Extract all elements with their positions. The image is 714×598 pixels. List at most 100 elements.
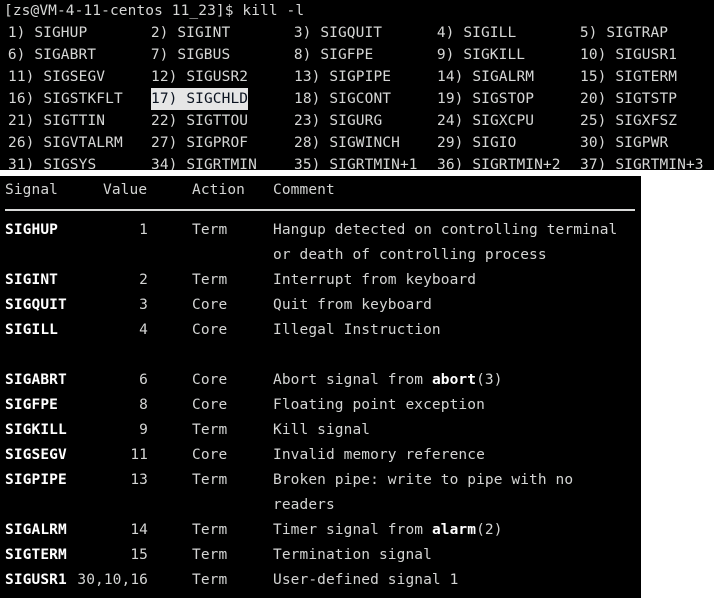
signal-value: 3	[139, 297, 148, 313]
signal-entry-sigttou[interactable]: 22) SIGTTOU	[151, 110, 248, 132]
header-divider-rule	[5, 209, 635, 211]
signal-comment: Floating point exception	[273, 397, 485, 413]
manpage-table-row: SIGQUIT 3 Core Quit from keyboard	[0, 293, 641, 318]
signal-action: Term	[192, 222, 228, 238]
signal-value: 2	[139, 272, 148, 288]
signal-entry-sigcont[interactable]: 18) SIGCONT	[294, 88, 391, 110]
comment-bold-term: abort	[431, 372, 477, 388]
signal-entry-sigchld[interactable]: 17) SIGCHLD	[151, 88, 249, 110]
signal-entry-sigstop[interactable]: 19) SIGSTOP	[437, 88, 534, 110]
signal-comment: User-defined signal 1	[273, 572, 459, 588]
terminal-pane[interactable]: [zs@VM-4-11-centos 11_23]$ kill -l 1) SI…	[0, 0, 714, 170]
signal-entry-sigrtmin+3[interactable]: 37) SIGRTMIN+3	[580, 154, 704, 170]
signal-entry-sigprof[interactable]: 27) SIGPROF	[151, 132, 248, 154]
manpage-table-row: or death of controlling process	[0, 243, 641, 268]
signal-comment: Invalid memory reference	[273, 447, 485, 463]
manpage-table-header: Signal Value Action Comment	[0, 178, 641, 203]
manpage-table-row: SIGHUP 1 Term Hangup detected on controllin…	[0, 218, 641, 243]
signal-action: Core	[192, 297, 228, 313]
signal-value: 8	[139, 397, 148, 413]
manpage-table-row: readers	[0, 493, 641, 518]
signal-entry-sigusr1[interactable]: 10) SIGUSR1	[580, 44, 677, 66]
signal-entry-sigrtmin[interactable]: 34) SIGRTMIN	[151, 154, 257, 170]
signal-action: Term	[192, 593, 227, 598]
signal-entry-sigint[interactable]: 2) SIGINT	[142, 22, 230, 44]
signal-comment: Termination signal	[273, 547, 432, 563]
signal-row: 31) SIGSYS 34) SIGRTMIN 35) SIGRTMIN+1 36) …	[0, 154, 714, 170]
signal-row: 1) SIGHUP 2) SIGINT 3) SIGQUIT 4) SIGILL…	[0, 22, 714, 44]
manpage-table-row: SIGSEGV 11 Core Invalid memory reference	[0, 443, 641, 468]
signal-entry-sigxfsz[interactable]: 25) SIGXFSZ	[580, 110, 677, 132]
signal-value: 15	[130, 547, 148, 563]
signal-entry-sigpipe[interactable]: 13) SIGPIPE	[294, 66, 391, 88]
signal-list-grid: 1) SIGHUP 2) SIGINT 3) SIGQUIT 4) SIGILL…	[0, 22, 714, 170]
signal-action: Term	[192, 547, 228, 563]
signal-action: Core	[192, 372, 228, 388]
signal-value: 6	[139, 372, 148, 388]
signal-action: Term	[192, 572, 228, 588]
manpage-table-row	[0, 343, 641, 368]
signal-row: 21) SIGTTIN 22) SIGTTOU 23) SIGURG 24) SIGX…	[0, 110, 714, 132]
manpage-table-row: SIGPIPE 13 Term Broken pipe: write to pipe …	[0, 468, 641, 493]
signal-entry-sigquit[interactable]: 3) SIGQUIT	[285, 22, 382, 44]
column-header-value: Value	[103, 182, 148, 198]
signal-entry-sigurg[interactable]: 23) SIGURG	[294, 110, 382, 132]
signal-row: 16) SIGSTKFLT 17) SIGCHLD 18) SIGCONT 19) S…	[0, 88, 714, 110]
signal-comment: readers	[273, 497, 335, 513]
manpage-table-row: SIGFPE 8 Core Floating point exception	[0, 393, 641, 418]
manpage-table-row: SIGILL 4 Core Illegal Instruction	[0, 318, 641, 343]
signal-value: 13	[130, 472, 148, 488]
signal-entry-sigttin[interactable]: 21) SIGTTIN	[8, 110, 105, 132]
signal-entry-sigkill[interactable]: 9) SIGKILL	[428, 44, 525, 66]
manpage-table-row: SIGUSR1 30,10,16 Term User-defined signal 1	[0, 568, 641, 593]
signal-entry-sigtstp[interactable]: 20) SIGTSTP	[580, 88, 677, 110]
signal-entry-sigwinch[interactable]: 28) SIGWINCH	[294, 132, 400, 154]
signal-action: Core	[192, 397, 228, 413]
signal-value: 30,10,16	[77, 572, 148, 588]
signal-row: 11) SIGSEGV 12) SIGUSR2 13) SIGPIPE 14) SIG…	[0, 66, 714, 88]
signal-entry-sigxcpu[interactable]: 24) SIGXCPU	[437, 110, 534, 132]
signal-entry-sighup[interactable]: 1) SIGHUP	[0, 22, 87, 44]
signal-entry-sigill[interactable]: 4) SIGILL	[428, 22, 516, 44]
signal-value: 14	[130, 522, 148, 538]
signal-entry-sigsys[interactable]: 31) SIGSYS	[8, 154, 96, 170]
signal-row: 26) SIGVTALRM 27) SIGPROF 28) SIGWINCH 29) …	[0, 132, 714, 154]
signal-entry-sigfpe[interactable]: 8) SIGFPE	[285, 44, 373, 66]
signal-entry-sigsegv[interactable]: 11) SIGSEGV	[8, 66, 105, 88]
signal-entry-sigusr2[interactable]: 12) SIGUSR2	[151, 66, 248, 88]
signal-row: 6) SIGABRT 7) SIGBUS 8) SIGFPE 9) SIGKIL…	[0, 44, 714, 66]
signal-entry-sigstkflt[interactable]: 16) SIGSTKFLT	[8, 88, 123, 110]
signal-entry-sigterm[interactable]: 15) SIGTERM	[580, 66, 677, 88]
signal-entry-sigrtmin+2[interactable]: 36) SIGRTMIN+2	[437, 154, 561, 170]
signal-entry-sigabrt[interactable]: 6) SIGABRT	[0, 44, 96, 66]
signal-action: Term	[192, 522, 228, 538]
manpage-table-row: SIGTERM 15 Term Termination signal	[0, 543, 641, 568]
signal-entry-sigbus[interactable]: 7) SIGBUS	[142, 44, 230, 66]
signal-entry-sigio[interactable]: 29) SIGIO	[437, 132, 516, 154]
manpage-table-row: SIGKILL 9 Term Kill signal	[0, 418, 641, 443]
column-header-signal: Signal	[5, 182, 58, 198]
signal-comment: Broken pipe: write to pipe with no	[273, 472, 574, 488]
manpage-table-row: SIGUSR231,12,17TermUser-defined signal 2	[0, 593, 641, 598]
manpage-table-row: SIGINT 2 Term Interrupt from keyboard	[0, 268, 641, 293]
signal-entry-sigvtalrm[interactable]: 26) SIGVTALRM	[8, 132, 123, 154]
signal-action: Term	[192, 422, 228, 438]
signal-entry-sigtrap[interactable]: 5) SIGTRAP	[571, 22, 668, 44]
column-header-action: Action	[192, 182, 245, 198]
signal-comment: or death of controlling process	[273, 247, 547, 263]
signal-comment: Timer signal from alarm(2)	[273, 522, 503, 538]
manpage-table-row: SIGALRM 14 Term Timer signal from alarm(2)	[0, 518, 641, 543]
signal-entry-sigalrm[interactable]: 14) SIGALRM	[437, 66, 534, 88]
signal-value: 1	[139, 222, 148, 238]
signal-value: 4	[139, 322, 148, 338]
signal-value: 31,12,17	[0, 593, 148, 598]
column-header-comment: Comment	[273, 182, 335, 198]
signal-action: Term	[192, 272, 228, 288]
signal-action: Core	[192, 322, 228, 338]
signal-entry-sigrtmin+1[interactable]: 35) SIGRTMIN+1	[294, 154, 418, 170]
signal-entry-sigpwr[interactable]: 30) SIGPWR	[580, 132, 668, 154]
comment-bold-term: alarm	[431, 522, 477, 538]
manpage-pane[interactable]: Signal Value Action Comment SIGHUP 1 Term H…	[0, 176, 641, 598]
signal-comment: Illegal Instruction	[273, 322, 441, 338]
signal-comment: Interrupt from keyboard	[273, 272, 477, 288]
